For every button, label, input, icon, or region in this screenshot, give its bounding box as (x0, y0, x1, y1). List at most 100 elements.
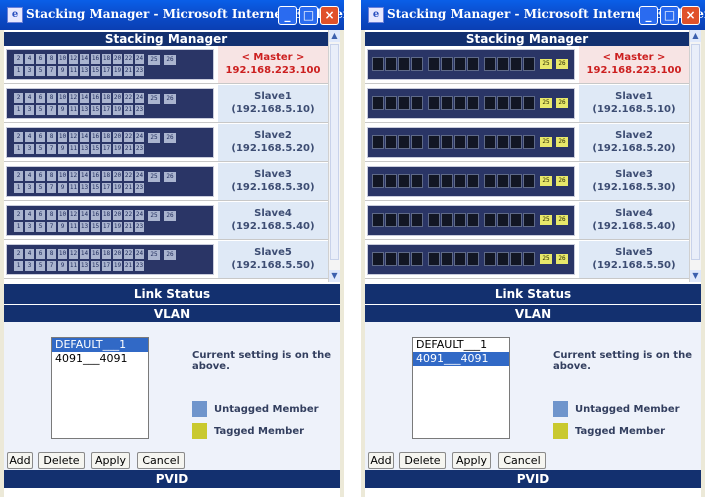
unit-label[interactable]: Slave3 (192.168.5.30) (579, 163, 689, 200)
port[interactable]: 20 (113, 93, 122, 103)
switch-faceplate[interactable]: 25 26 (367, 88, 575, 119)
port[interactable]: 2 (14, 93, 23, 103)
rj45-port[interactable] (428, 252, 440, 266)
stack-unit-row[interactable]: 25 26 Slave3 (192.168.5.30) (365, 163, 689, 201)
port[interactable]: 5 (36, 66, 45, 76)
uplink-port[interactable]: 25 (148, 55, 160, 65)
port[interactable]: 21 (124, 66, 133, 76)
rj45-port[interactable] (454, 252, 466, 266)
uplink-port[interactable]: 26 (556, 254, 568, 264)
rj45-port[interactable] (523, 213, 535, 227)
port[interactable]: 17 (102, 144, 111, 154)
port[interactable]: 19 (113, 66, 122, 76)
port[interactable]: 8 (47, 54, 56, 64)
rj45-port[interactable] (385, 96, 397, 110)
switch-faceplate[interactable]: 2 4 6 8 1 3 5 7 10 12 14 16 9 11 13 15 18 20 22 24 17 19 21 23 2… (6, 88, 214, 119)
close-button[interactable]: × (681, 6, 700, 25)
port[interactable]: 13 (80, 183, 89, 193)
port[interactable]: 8 (47, 249, 56, 259)
port[interactable]: 14 (80, 210, 89, 220)
stack-unit-row[interactable]: 2 4 6 8 1 3 5 7 10 12 14 16 9 11 13 15 18 20 22 24 17 19 21 23 2… (4, 85, 328, 123)
uplink-port[interactable]: 25 (148, 94, 160, 104)
port[interactable]: 4 (25, 54, 34, 64)
port[interactable]: 20 (113, 249, 122, 259)
vlan-option[interactable]: DEFAULT___1 (52, 338, 148, 352)
port[interactable]: 13 (80, 66, 89, 76)
rj45-port[interactable] (441, 96, 453, 110)
port[interactable]: 6 (36, 210, 45, 220)
rj45-port[interactable] (398, 252, 410, 266)
rj45-port[interactable] (372, 57, 384, 71)
port[interactable]: 2 (14, 171, 23, 181)
unit-label[interactable]: < Master > 192.168.223.100 (218, 46, 328, 83)
port[interactable]: 6 (36, 54, 45, 64)
unit-label[interactable]: Slave1 (192.168.5.10) (218, 85, 328, 122)
rj45-port[interactable] (372, 96, 384, 110)
port[interactable]: 22 (124, 132, 133, 142)
stack-unit-row[interactable]: 2 4 6 8 1 3 5 7 10 12 14 16 9 11 13 15 18 20 22 24 17 19 21 23 2… (4, 124, 328, 162)
rj45-port[interactable] (510, 252, 522, 266)
rj45-port[interactable] (385, 135, 397, 149)
add-button[interactable]: Add (7, 452, 33, 469)
port[interactable]: 4 (25, 171, 34, 181)
rj45-port[interactable] (523, 135, 535, 149)
port[interactable]: 2 (14, 210, 23, 220)
rj45-port[interactable] (454, 135, 466, 149)
scroll-thumb[interactable] (330, 44, 339, 260)
port[interactable]: 16 (91, 93, 100, 103)
port[interactable]: 19 (113, 261, 122, 271)
rj45-port[interactable] (411, 174, 423, 188)
port[interactable]: 16 (91, 132, 100, 142)
unit-label[interactable]: Slave4 (192.168.5.40) (218, 202, 328, 239)
port[interactable]: 19 (113, 222, 122, 232)
port[interactable]: 10 (58, 210, 67, 220)
switch-faceplate[interactable]: 25 26 (367, 166, 575, 197)
rj45-port[interactable] (454, 213, 466, 227)
port[interactable]: 10 (58, 249, 67, 259)
switch-faceplate[interactable]: 25 26 (367, 244, 575, 275)
rj45-port[interactable] (497, 174, 509, 188)
port[interactable]: 17 (102, 261, 111, 271)
uplink-port[interactable]: 25 (540, 215, 552, 225)
title-bar[interactable]: e Stacking Manager - Microsoft Internet … (361, 0, 705, 30)
stack-unit-row[interactable]: 2 4 6 8 1 3 5 7 10 12 14 16 9 11 13 15 18 20 22 24 17 19 21 23 2… (4, 46, 328, 84)
port[interactable]: 20 (113, 210, 122, 220)
port[interactable]: 11 (69, 261, 78, 271)
port[interactable]: 24 (135, 249, 144, 259)
rj45-port[interactable] (398, 174, 410, 188)
port[interactable]: 8 (47, 171, 56, 181)
port[interactable]: 23 (135, 66, 144, 76)
stack-unit-row[interactable]: 2 4 6 8 1 3 5 7 10 12 14 16 9 11 13 15 18 20 22 24 17 19 21 23 2… (4, 202, 328, 240)
port[interactable]: 20 (113, 171, 122, 181)
port[interactable]: 18 (102, 171, 111, 181)
port[interactable]: 12 (69, 93, 78, 103)
stack-unit-row[interactable]: 25 26 Slave1 (192.168.5.10) (365, 85, 689, 123)
port[interactable]: 23 (135, 261, 144, 271)
link-status-bar[interactable]: Link Status (365, 284, 701, 304)
close-button[interactable]: × (320, 6, 339, 25)
uplink-port[interactable]: 25 (540, 59, 552, 69)
port[interactable]: 9 (58, 66, 67, 76)
rj45-port[interactable] (372, 252, 384, 266)
rj45-port[interactable] (385, 252, 397, 266)
rj45-port[interactable] (398, 135, 410, 149)
switch-faceplate[interactable]: 25 26 (367, 127, 575, 158)
port[interactable]: 14 (80, 93, 89, 103)
rj45-port[interactable] (467, 213, 479, 227)
port[interactable]: 11 (69, 144, 78, 154)
port[interactable]: 1 (14, 66, 23, 76)
port[interactable]: 15 (91, 144, 100, 154)
rj45-port[interactable] (411, 252, 423, 266)
port[interactable]: 24 (135, 210, 144, 220)
rj45-port[interactable] (411, 135, 423, 149)
port[interactable]: 4 (25, 132, 34, 142)
rj45-port[interactable] (441, 213, 453, 227)
uplink-port[interactable]: 25 (540, 137, 552, 147)
rj45-port[interactable] (484, 57, 496, 71)
port[interactable]: 24 (135, 54, 144, 64)
switch-faceplate[interactable]: 2 4 6 8 1 3 5 7 10 12 14 16 9 11 13 15 18 20 22 24 17 19 21 23 2… (6, 244, 214, 275)
cancel-button[interactable]: Cancel (498, 452, 546, 469)
rj45-port[interactable] (467, 135, 479, 149)
rj45-port[interactable] (523, 252, 535, 266)
port[interactable]: 17 (102, 105, 111, 115)
